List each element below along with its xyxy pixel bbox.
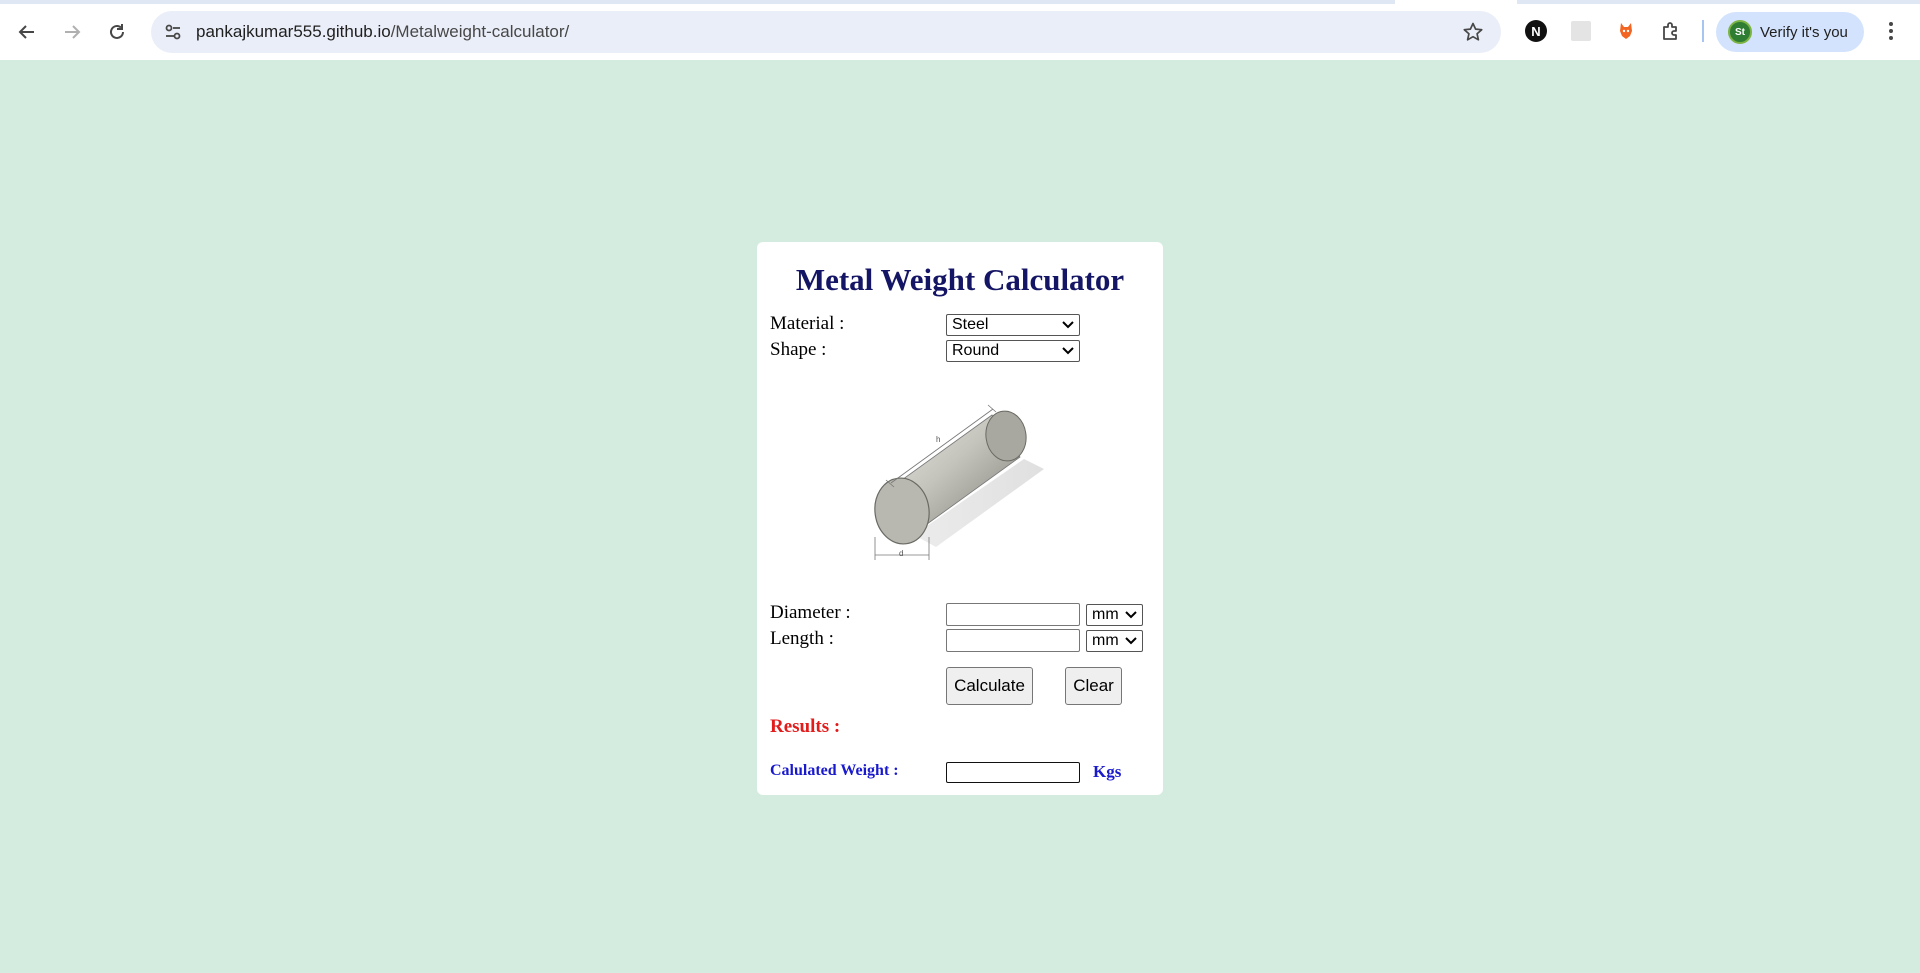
bookmark-star-icon[interactable] (1461, 20, 1485, 44)
shape-select[interactable]: Round (946, 340, 1080, 362)
diameter-input[interactable] (946, 603, 1080, 626)
material-select[interactable]: Steel (946, 314, 1080, 336)
shape-select-value: Round (952, 342, 1000, 359)
tab-strip-edge (0, 0, 1920, 4)
profile-avatar: St (1728, 20, 1752, 44)
forward-arrow-icon (65, 25, 81, 39)
extensions-puzzle-icon[interactable] (1658, 18, 1684, 44)
calculate-button[interactable]: Calculate (946, 667, 1033, 705)
length-unit-value: mm (1092, 632, 1119, 649)
results-heading: Results : (770, 716, 841, 737)
address-bar[interactable]: pankajkumar555.github.io/Metalweight-cal… (151, 11, 1501, 53)
extension-n-icon[interactable]: N (1523, 18, 1549, 44)
more-menu-icon[interactable] (1878, 18, 1904, 44)
back-arrow-icon (18, 25, 34, 39)
back-button[interactable] (9, 14, 45, 50)
reload-button[interactable] (99, 14, 135, 50)
length-unit-select[interactable]: mm (1086, 630, 1143, 652)
url-text: pankajkumar555.github.io/Metalweight-cal… (196, 11, 569, 53)
calculator-card: Metal Weight Calculator Material : Steel… (757, 242, 1163, 795)
extension-fox-icon[interactable] (1613, 18, 1639, 44)
calculated-weight-label: Calulated Weight : (770, 762, 899, 779)
verify-identity-button[interactable]: St Verify it's you (1716, 12, 1864, 52)
length-input[interactable] (946, 629, 1080, 652)
url-host: pankajkumar555.github.io (196, 22, 391, 41)
page-title: Metal Weight Calculator (795, 262, 1125, 297)
browser-toolbar: pankajkumar555.github.io/Metalweight-cal… (0, 0, 1920, 60)
calculated-weight-output[interactable] (946, 762, 1080, 783)
diameter-label: Diameter : (770, 602, 851, 623)
length-label: Length : (770, 628, 834, 649)
url-path: /Metalweight-calculator/ (390, 22, 570, 41)
chevron-down-icon (1125, 637, 1137, 645)
illustration-length-label: h (936, 435, 940, 444)
verify-label: Verify it's you (1760, 23, 1848, 41)
diameter-unit-select[interactable]: mm (1086, 604, 1143, 626)
extension-n-badge: N (1525, 20, 1547, 42)
clear-button[interactable]: Clear (1065, 667, 1122, 705)
toolbar-divider (1702, 20, 1704, 42)
extension-image-icon[interactable] (1568, 18, 1594, 44)
material-label: Material : (770, 313, 845, 334)
chevron-down-icon (1125, 611, 1137, 619)
shape-label: Shape : (770, 339, 827, 360)
illustration-diameter-label: d (899, 549, 903, 558)
site-info-icon[interactable] (161, 20, 185, 44)
material-select-value: Steel (952, 316, 989, 333)
diameter-unit-value: mm (1092, 606, 1119, 623)
chevron-down-icon (1062, 347, 1074, 355)
weight-unit-label: Kgs (1093, 762, 1122, 781)
chevron-down-icon (1062, 321, 1074, 329)
round-bar-illustration: h d (874, 404, 1044, 560)
reload-icon (110, 24, 124, 39)
forward-button[interactable] (54, 14, 90, 50)
